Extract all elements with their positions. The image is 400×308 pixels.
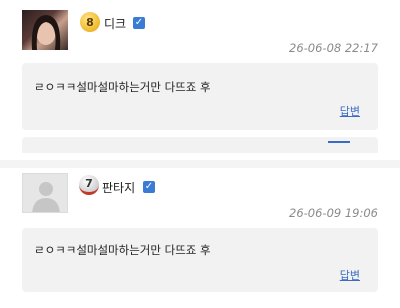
avatar[interactable] bbox=[22, 173, 68, 213]
comment-item: 7 판타지 ✓ 26-06-09 19:06 ㄹㅇㅋㅋ설마설마하는거만 다뜨죠 … bbox=[0, 168, 400, 308]
comment-text: ㄹㅇㅋㅋ설마설마하는거만 다뜨죠 후 bbox=[34, 80, 211, 94]
avatar[interactable] bbox=[22, 10, 68, 50]
timestamp: 26-06-09 19:06 bbox=[289, 206, 378, 220]
verified-check-icon: ✓ bbox=[143, 181, 155, 193]
nickname[interactable]: 판타지 bbox=[102, 179, 135, 196]
level-badge: 7 bbox=[79, 175, 99, 195]
comment-item: 8 디크 ✓ 26-06-08 22:17 ㄹㅇㅋㅋ설마설마하는거만 다뜨죠 후… bbox=[0, 0, 400, 160]
default-user-icon bbox=[32, 182, 60, 212]
profile-photo-icon bbox=[31, 15, 61, 50]
timestamp: 26-06-08 22:17 bbox=[289, 41, 378, 55]
nickname[interactable]: 디크 bbox=[104, 15, 126, 32]
comment-content: ㄹㅇㅋㅋ설마설마하는거만 다뜨죠 후 답변 bbox=[22, 63, 378, 130]
reply-link[interactable]: 답변 bbox=[340, 103, 360, 119]
level-badge: 8 bbox=[80, 12, 100, 32]
comment-content: ㄹㅇㅋㅋ설마설마하는거만 다뜨죠 후 답변 bbox=[22, 228, 378, 292]
reply-link-clipped bbox=[328, 141, 350, 143]
next-comment-clipped bbox=[22, 137, 378, 153]
comment-text: ㄹㅇㅋㅋ설마설마하는거만 다뜨죠 후 bbox=[34, 243, 211, 257]
reply-link[interactable]: 답변 bbox=[340, 267, 360, 283]
verified-check-icon: ✓ bbox=[133, 17, 145, 29]
